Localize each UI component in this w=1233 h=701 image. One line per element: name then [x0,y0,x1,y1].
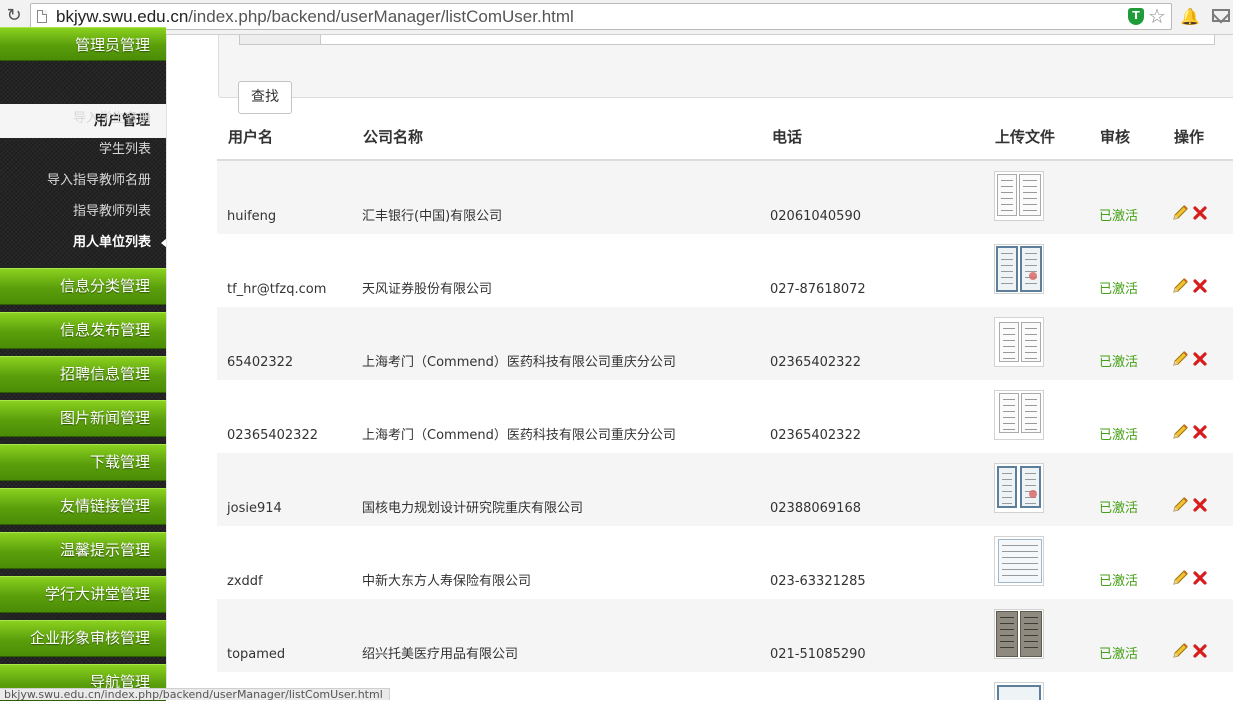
sidebar-sub-employer-list[interactable]: 用人单位列表 [0,227,167,258]
sidebar-item-tips[interactable]: 温馨提示管理 [0,532,166,569]
edit-pencil-icon[interactable] [1171,496,1189,514]
edit-pencil-icon[interactable] [1171,642,1189,660]
search-panel: 查找 [218,35,1233,114]
sidebar-sub-import-teachers[interactable]: 导入指导教师名册 [0,165,166,196]
security-shield-icon[interactable]: T [1128,8,1144,25]
edit-pencil-icon[interactable] [1171,350,1189,368]
cell-status: 已激活 [1099,647,1139,662]
upload-thumbnail[interactable] [994,463,1044,513]
cell-username: 02365402322 [227,428,318,443]
url-text[interactable]: bkjyw.swu.edu.cn/index.php/backend/userM… [56,6,574,28]
cell-company: 汇丰银行(中国)有限公司 [362,209,503,224]
cell-phone: 023-63321285 [770,574,866,589]
table-row: tf_hr@tfzq.com 天风证券股份有限公司 027-87618072 已激活 [217,234,1233,307]
cell-phone: 027-87618072 [770,282,866,297]
cell-phone: 02061040590 [770,209,861,224]
table-header: 用户名 公司名称 电话 上传文件 审核 操作 [217,120,1233,161]
cell-username: josie914 [227,501,282,516]
sidebar-item-downloads[interactable]: 下载管理 [0,444,166,481]
sidebar-item-lecture[interactable]: 学行大讲堂管理 [0,576,166,613]
upload-thumbnail[interactable] [994,390,1044,440]
cell-username: zxddf [227,574,263,589]
cell-status: 已激活 [1099,574,1139,589]
mail-icon[interactable] [1212,9,1230,22]
sidebar-item-friend-links[interactable]: 友情链接管理 [0,488,166,525]
cell-status: 已激活 [1099,209,1139,224]
cell-company: 上海考门（Commend）医药科技有限公司重庆分公司 [362,355,676,370]
sidebar-item-info-category[interactable]: 信息分类管理 [0,268,166,305]
sidebar-item-recruit-info[interactable]: 招聘信息管理 [0,356,166,393]
cell-phone: 02388069168 [770,501,861,516]
cell-company: 中新大东方人寿保险有限公司 [362,574,532,589]
edit-pencil-icon[interactable] [1171,423,1189,441]
browser-toolbar: ↻ bkjyw.swu.edu.cn/index.php/backend/use… [0,0,1233,35]
header-company: 公司名称 [363,128,424,146]
sidebar: 管理员管理 用户管理 导入学生名册 学生列表 导入指导教师名册 指导教师列表 用… [0,27,167,701]
url-host: bkjyw.swu.edu.cn [56,7,189,26]
cell-status: 已激活 [1099,428,1139,443]
delete-x-icon[interactable] [1192,643,1208,659]
cell-company: 绍兴托美医疗用品有限公司 [362,647,519,662]
table-row: topamed 绍兴托美医疗用品有限公司 021-51085290 已激活 [217,599,1233,672]
table-row: josie914 国核电力规划设计研究院重庆有限公司 02388069168 已激活 [217,453,1233,526]
upload-thumbnail[interactable] [994,682,1044,700]
url-path: /index.php/backend/userManager/listComUs… [188,7,574,26]
upload-thumbnail[interactable] [994,609,1044,659]
table-row: zxddf 中新大东方人寿保险有限公司 023-63321285 已激活 [217,526,1233,599]
upload-thumbnail[interactable] [994,244,1044,294]
cell-phone: 021-51085290 [770,647,866,662]
notification-bell-icon[interactable]: 🔔 [1180,7,1200,26]
cell-status: 已激活 [1099,282,1139,297]
upload-thumbnail[interactable] [994,171,1044,221]
search-button[interactable]: 查找 [238,81,292,114]
edit-pencil-icon[interactable] [1171,569,1189,587]
upload-thumbnail[interactable] [994,317,1044,367]
cell-company: 上海考门（Commend）医药科技有限公司重庆分公司 [362,428,676,443]
cell-phone: 02365402322 [770,428,861,443]
upload-thumbnail[interactable] [994,536,1044,586]
table-row: huifeng 汇丰银行(中国)有限公司 02061040590 已激活 [217,161,1233,234]
sidebar-item-admin-manage[interactable]: 管理员管理 [0,27,166,61]
cell-username: topamed [227,647,286,662]
reload-icon[interactable]: ↻ [4,5,24,27]
header-phone: 电话 [772,128,803,146]
edit-pencil-icon[interactable] [1171,277,1189,295]
header-action: 操作 [1174,128,1205,146]
sidebar-sub-import-students[interactable]: 导入学生名册 [0,103,166,134]
main-content: 查找 用户名 公司名称 电话 上传文件 审核 操作 huifeng 汇丰银行(中国… [166,35,1233,700]
header-upload: 上传文件 [995,128,1056,146]
cell-username: 65402322 [227,355,294,370]
header-review: 审核 [1100,128,1131,146]
delete-x-icon[interactable] [1192,205,1208,221]
sidebar-item-brand-review[interactable]: 企业形象审核管理 [0,620,166,657]
cell-phone: 02365402322 [770,355,861,370]
table-row: 65402322 上海考门（Commend）医药科技有限公司重庆分公司 023654… [217,307,1233,380]
cell-status: 已激活 [1099,501,1139,516]
cell-company: 国核电力规划设计研究院重庆有限公司 [362,501,584,516]
status-bar: bkjyw.swu.edu.cn/index.php/backend/userM… [0,688,390,700]
sidebar-sub-student-list[interactable]: 学生列表 [0,134,166,165]
cell-username: tf_hr@tfzq.com [227,282,327,297]
sidebar-item-image-news[interactable]: 图片新闻管理 [0,400,166,437]
search-input[interactable] [239,35,1215,45]
address-bar[interactable]: bkjyw.swu.edu.cn/index.php/backend/userM… [30,3,1172,30]
sidebar-sub-teacher-list[interactable]: 指导教师列表 [0,196,166,227]
sidebar-item-info-publish[interactable]: 信息发布管理 [0,312,166,349]
delete-x-icon[interactable] [1192,424,1208,440]
cell-username: huifeng [227,209,277,224]
delete-x-icon[interactable] [1192,278,1208,294]
cell-company: 天风证券股份有限公司 [362,282,493,297]
table-row: 02365402322 上海考门（Commend）医药科技有限公司重庆分公司 023… [217,380,1233,453]
search-input-prefix [240,35,321,44]
bookmark-star-icon[interactable]: ☆ [1148,5,1166,27]
header-username: 用户名 [228,128,274,146]
delete-x-icon[interactable] [1192,497,1208,513]
page-icon [37,10,47,23]
delete-x-icon[interactable] [1192,351,1208,367]
edit-pencil-icon[interactable] [1171,204,1189,222]
cell-status: 已激活 [1099,355,1139,370]
delete-x-icon[interactable] [1192,570,1208,586]
